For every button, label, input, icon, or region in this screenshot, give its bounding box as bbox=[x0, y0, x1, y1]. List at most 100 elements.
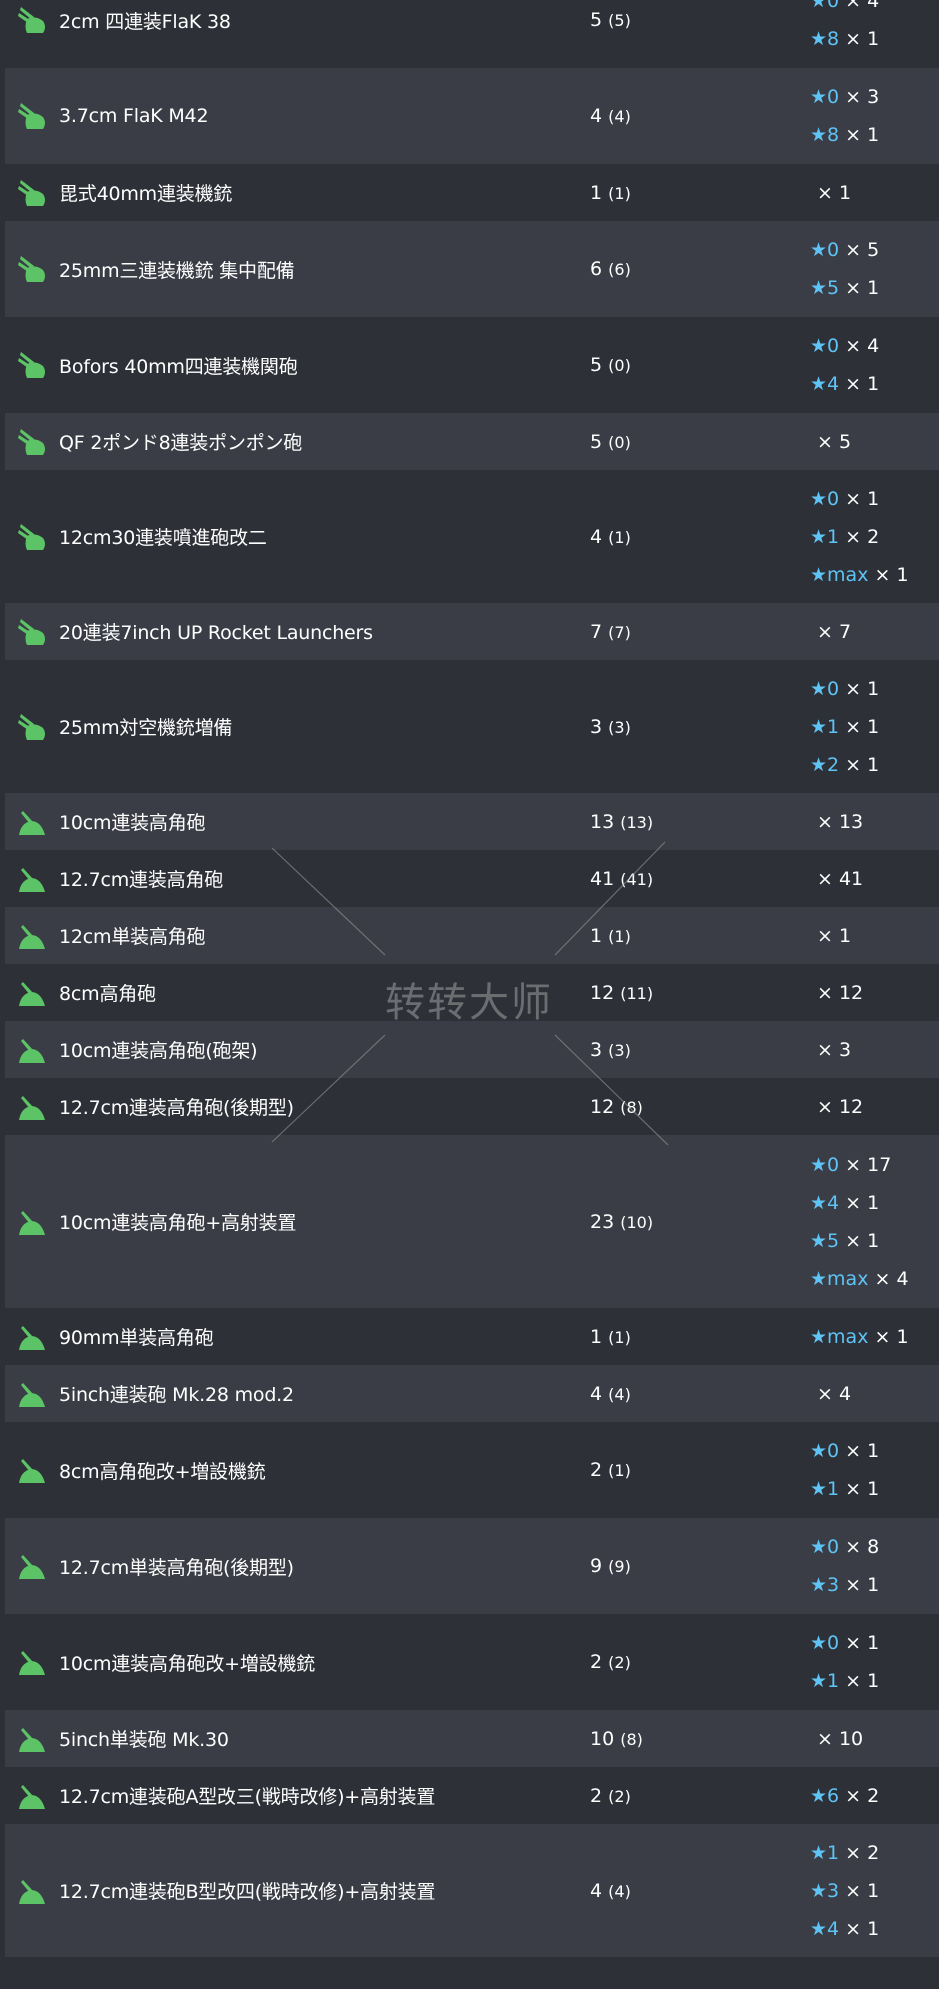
improvement-count: 10 bbox=[838, 1727, 864, 1750]
multiply-sign: × bbox=[839, 487, 868, 510]
equipment-name: 12.7cm連装高角砲 bbox=[59, 869, 224, 891]
improvement-level: 0 bbox=[827, 1440, 840, 1462]
improvement-level-line: ★4 × 1 bbox=[810, 365, 939, 403]
equipment-count-cell: 4 (4) bbox=[590, 105, 810, 127]
equipment-count-unlocked: (0) bbox=[608, 432, 631, 452]
improvement-level-line: × 1 bbox=[810, 917, 939, 955]
equipment-count: 4 bbox=[590, 1879, 603, 1902]
improvement-levels-cell: × 12 bbox=[810, 1088, 939, 1126]
multiply-sign: × bbox=[868, 1267, 897, 1290]
equipment-count-unlocked: (2) bbox=[608, 1653, 631, 1672]
table-row: 5inch連装砲 Mk.28 mod.2 4 (4) × 4 bbox=[5, 1365, 939, 1422]
equipment-count: 1 bbox=[590, 1325, 603, 1348]
equipment-name-cell: 25mm対空機銃増備 bbox=[5, 710, 590, 744]
equipment-name: 5inch連装砲 Mk.28 mod.2 bbox=[59, 1384, 294, 1406]
equipment-count-cell: 13 (13) bbox=[590, 811, 810, 833]
multiply-sign: × bbox=[839, 1841, 868, 1864]
equipment-name-cell: 3.7cm FlaK M42 bbox=[5, 99, 590, 133]
equipment-count-unlocked: (1) bbox=[608, 1461, 631, 1480]
equipment-name: 25mm三連装機銃 集中配備 bbox=[59, 259, 295, 282]
table-row: 12.7cm連装砲A型改三(戦時改修)+高射装置 2 (2) ★6 × 2 bbox=[5, 1767, 939, 1824]
table-row: 12.7cm連装砲B型改四(戦時改修)+高射装置 4 (4) ★1 × 2 ★3 × … bbox=[5, 1824, 939, 1957]
star-icon: ★ bbox=[810, 1191, 828, 1214]
improvement-level-line: × 5 bbox=[810, 423, 939, 461]
equipment-count: 1 bbox=[590, 181, 603, 204]
equipment-count: 3 bbox=[590, 1038, 603, 1061]
multiply-sign: × bbox=[839, 1191, 868, 1214]
multiply-sign: × bbox=[839, 1153, 868, 1176]
equipment-count-cell: 2 (2) bbox=[590, 1785, 810, 1807]
equipment-name: 毘式40mm連装機銃 bbox=[59, 183, 233, 205]
improvement-level: 4 bbox=[827, 1191, 840, 1214]
aa-gun-icon bbox=[18, 713, 45, 740]
ha-gun-icon bbox=[19, 1095, 45, 1120]
equipment-count-cell: 5 (0) bbox=[590, 354, 810, 376]
improvement-level: 0 bbox=[827, 1153, 840, 1176]
star-icon: ★ bbox=[810, 1440, 828, 1462]
multiply-sign: × bbox=[817, 1095, 839, 1118]
table-row: 10cm連装高角砲 13 (13) × 13 bbox=[5, 793, 939, 850]
equipment-count-cell: 12 (8) bbox=[590, 1096, 810, 1118]
equipment-count-cell: 1 (1) bbox=[590, 925, 810, 947]
improvement-level: 6 bbox=[827, 1784, 840, 1807]
improvement-level-line: ★4 × 1 bbox=[810, 1184, 939, 1222]
equipment-count-cell: 4 (4) bbox=[590, 1880, 810, 1902]
multiply-sign: × bbox=[839, 1670, 868, 1692]
multiply-sign: × bbox=[817, 181, 839, 204]
improvement-level: 1 bbox=[827, 525, 840, 548]
improvement-count: 1 bbox=[867, 1478, 880, 1500]
improvement-count: 1 bbox=[867, 1191, 880, 1214]
star-icon: ★ bbox=[810, 1574, 828, 1596]
star-icon: ★ bbox=[810, 1325, 828, 1348]
improvement-count: 7 bbox=[838, 620, 852, 643]
multiply-sign: × bbox=[839, 335, 868, 357]
improvement-levels-cell: × 5 bbox=[810, 423, 939, 461]
improvement-level-line: ★0 × 4 bbox=[810, 0, 939, 20]
aa-gun-icon bbox=[18, 523, 45, 550]
equipment-count: 12 bbox=[590, 1095, 615, 1118]
multiply-sign: × bbox=[868, 563, 897, 586]
equipment-count-cell: 6 (6) bbox=[590, 258, 810, 280]
equipment-name: 2cm 四連装FlaK 38 bbox=[59, 10, 231, 33]
equipment-name: 25mm対空機銃増備 bbox=[59, 717, 233, 739]
improvement-level-line: ★6 × 2 bbox=[810, 1777, 939, 1815]
equipment-count-cell: 3 (3) bbox=[590, 716, 810, 738]
improvement-level-line: ★0 × 1 bbox=[810, 670, 939, 708]
equipment-name: 12cm30連装噴進砲改二 bbox=[59, 527, 267, 549]
multiply-sign: × bbox=[817, 620, 839, 643]
improvement-level-line: ★max × 1 bbox=[810, 1318, 939, 1356]
equipment-table: 2cm 四連装FlaK 38 5 (5) ★0 × 4 ★8 × 1 3.7cm Fla… bbox=[5, 0, 939, 1957]
improvement-count: 1 bbox=[838, 181, 852, 204]
ha-gun-icon bbox=[19, 1879, 45, 1904]
improvement-level-line: ★3 × 1 bbox=[810, 1872, 939, 1910]
star-icon: ★ bbox=[810, 487, 828, 510]
equipment-name: 12.7cm連装高角砲(後期型) bbox=[59, 1097, 294, 1119]
improvement-level-line: × 13 bbox=[810, 803, 939, 841]
equipment-count-unlocked: (4) bbox=[608, 1384, 631, 1404]
improvement-level: 1 bbox=[827, 1841, 840, 1864]
star-icon: ★ bbox=[810, 1478, 828, 1500]
equipment-count: 9 bbox=[590, 1555, 603, 1577]
star-icon: ★ bbox=[810, 1229, 828, 1252]
improvement-count: 5 bbox=[838, 430, 852, 453]
improvement-count: 12 bbox=[838, 1095, 864, 1118]
equipment-count: 4 bbox=[590, 1382, 603, 1405]
ha-gun-icon bbox=[19, 810, 45, 835]
improvement-levels-cell: × 41 bbox=[810, 860, 939, 898]
improvement-level: 8 bbox=[827, 28, 840, 50]
improvement-count: 1 bbox=[867, 1879, 880, 1902]
equipment-name: 20連装7inch UP Rocket Launchers bbox=[59, 622, 373, 644]
table-row: 10cm連装高角砲+高射装置 23 (10) ★0 × 17 ★4 × 1 ★5 × 1… bbox=[5, 1135, 939, 1308]
equipment-count-cell: 10 (8) bbox=[590, 1728, 810, 1750]
multiply-sign: × bbox=[839, 86, 868, 108]
star-icon: ★ bbox=[810, 239, 828, 261]
improvement-level-line: ★0 × 5 bbox=[810, 231, 939, 269]
equipment-count: 3 bbox=[590, 715, 603, 738]
equipment-name: 12.7cm連装砲B型改四(戦時改修)+高射装置 bbox=[59, 1881, 436, 1903]
aa-gun-icon bbox=[18, 256, 45, 282]
improvement-level: 0 bbox=[827, 86, 840, 108]
improvement-level-line: ★0 × 8 bbox=[810, 1528, 939, 1566]
equipment-count: 1 bbox=[590, 924, 603, 947]
multiply-sign: × bbox=[839, 1784, 868, 1807]
improvement-level: 5 bbox=[827, 1229, 840, 1252]
